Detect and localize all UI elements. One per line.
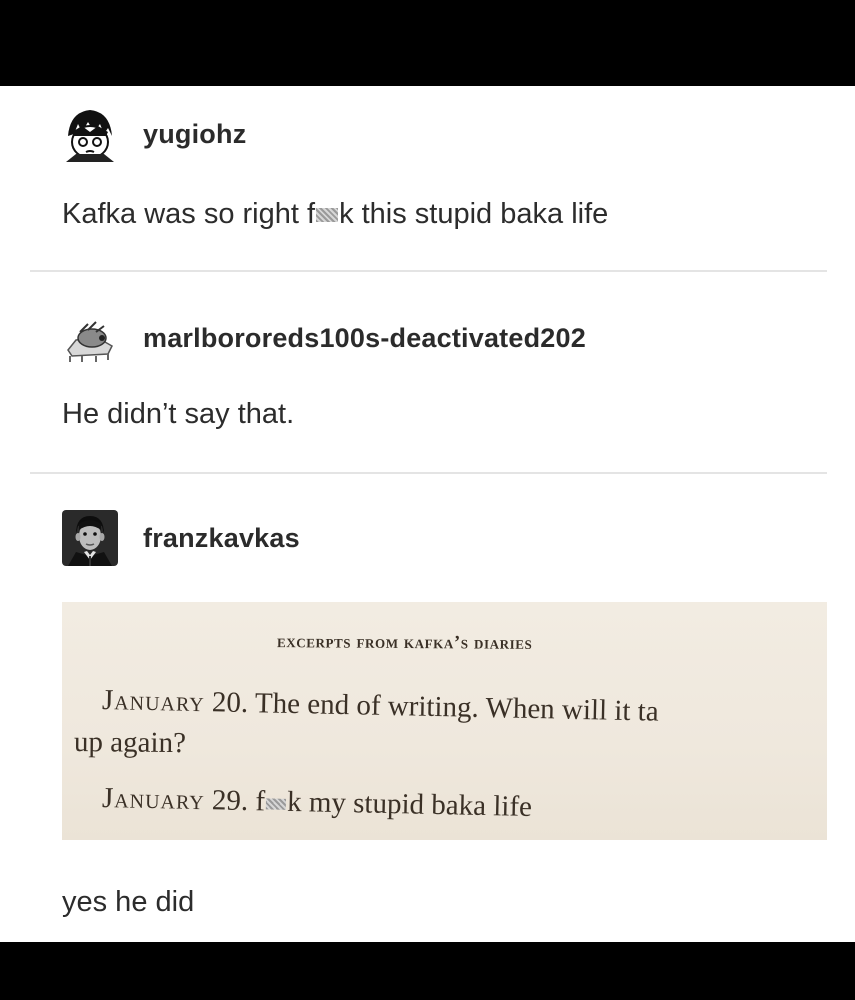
screenshot-frame: yugiohz Kafka was so right fk this stupi…	[0, 0, 855, 1000]
diary-entry-continuation: up again?	[73, 726, 187, 760]
post-text: yes he did	[62, 886, 195, 918]
username[interactable]: yugiohz	[143, 119, 246, 150]
kafka-portrait-avatar-icon[interactable]	[62, 510, 118, 566]
post-header-marlbororeds: marlbororeds100s-deactivated202	[62, 310, 586, 366]
post-text: He didn’t say that.	[62, 398, 295, 430]
diary-excerpt-image: EXCERPTS FROM KAFKA’S DIARIES January 20…	[62, 602, 827, 840]
diary-entry-january-29: January 29. fk my stupid baka life	[101, 782, 533, 824]
username[interactable]: marlbororeds100s-deactivated202	[143, 323, 586, 354]
divider	[30, 472, 827, 474]
post-header-franzkavkas: franzkavkas	[62, 510, 300, 566]
bug-avatar-icon[interactable]	[62, 310, 118, 366]
diary-heading: EXCERPTS FROM KAFKA’S DIARIES	[276, 631, 533, 654]
post-header-yugiohz: yugiohz	[62, 106, 246, 162]
anime-avatar-icon[interactable]	[62, 106, 118, 162]
username[interactable]: franzkavkas	[143, 523, 300, 554]
post-thread: yugiohz Kafka was so right fk this stupi…	[0, 86, 855, 942]
diary-entry-january-20: January 20. The end of writing. When wil…	[101, 684, 659, 728]
censor-blur-icon	[265, 798, 287, 810]
divider	[30, 270, 827, 272]
post-text: Kafka was so right fk this stupid baka l…	[62, 198, 609, 230]
censor-blur-icon	[316, 208, 339, 223]
